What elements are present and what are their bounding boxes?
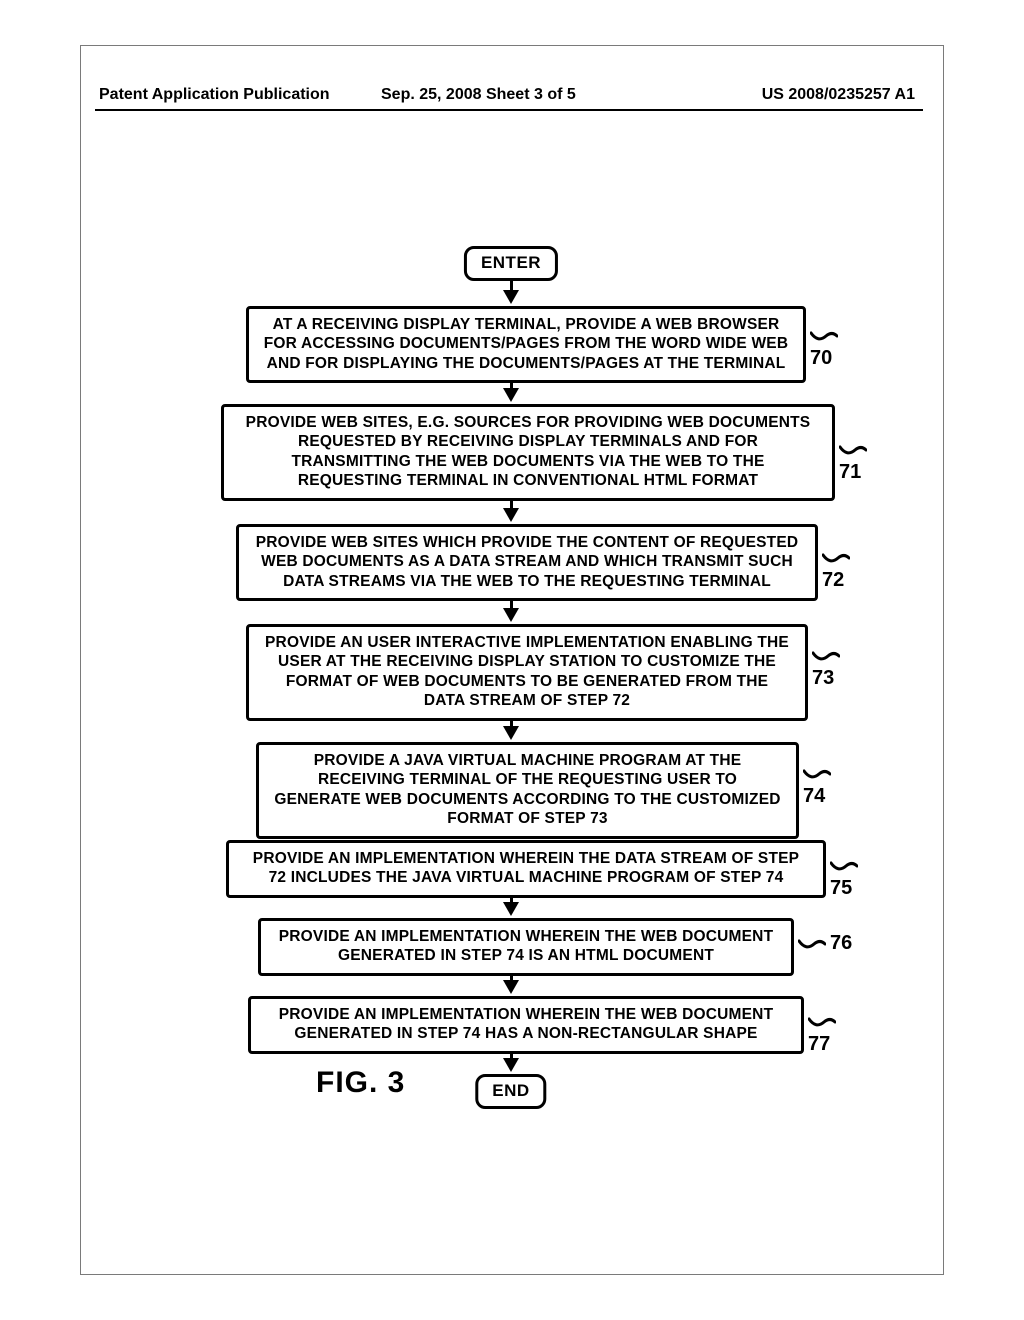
flow-step-73: PROVIDE AN USER INTERACTIVE IMPLEMENTATI…: [246, 624, 808, 721]
ref-label-75: 75: [830, 854, 862, 900]
flow-step-text: PROVIDE A JAVA VIRTUAL MACHINE PROGRAM A…: [274, 752, 780, 827]
ref-label-73: 73: [812, 644, 856, 690]
page-header: Patent Application Publication Sep. 25, …: [81, 86, 943, 106]
header-middle: Sep. 25, 2008 Sheet 3 of 5: [381, 86, 576, 104]
flow-step-74: PROVIDE A JAVA VIRTUAL MACHINE PROGRAM A…: [256, 742, 799, 839]
flow-step-70: AT A RECEIVING DISPLAY TERMINAL, PROVIDE…: [246, 306, 806, 383]
lead-line-icon: [798, 937, 826, 951]
flow-step-text: AT A RECEIVING DISPLAY TERMINAL, PROVIDE…: [264, 316, 788, 372]
flow-step-76: PROVIDE AN IMPLEMENTATION WHEREIN THE WE…: [258, 918, 794, 976]
flow-step-75: PROVIDE AN IMPLEMENTATION WHEREIN THE DA…: [226, 840, 826, 898]
ref-number: 70: [810, 347, 832, 369]
ref-number: 72: [822, 569, 844, 591]
header-rule: [95, 109, 923, 111]
flow-step-text: PROVIDE WEB SITES, E.G. SOURCES FOR PROV…: [246, 414, 811, 489]
page-frame: Patent Application Publication Sep. 25, …: [80, 45, 944, 1275]
lead-line-icon: [822, 551, 850, 565]
flow-step-text: PROVIDE WEB SITES WHICH PROVIDE THE CONT…: [256, 534, 799, 590]
lead-line-icon: [803, 767, 831, 781]
flow-step-text: PROVIDE AN IMPLEMENTATION WHEREIN THE WE…: [279, 928, 774, 964]
flow-step-72: PROVIDE WEB SITES WHICH PROVIDE THE CONT…: [236, 524, 818, 601]
ref-number: 73: [812, 667, 834, 689]
ref-label-76: 76: [798, 932, 852, 955]
ref-label-71: 71: [839, 438, 871, 484]
flow-enter: ENTER: [464, 246, 558, 281]
lead-line-icon: [808, 1015, 836, 1029]
ref-number: 71: [839, 461, 861, 483]
ref-label-74: 74: [803, 762, 856, 808]
flow-step-text: PROVIDE AN IMPLEMENTATION WHEREIN THE WE…: [279, 1006, 774, 1042]
figure-label: FIG. 3: [316, 1066, 405, 1100]
flow-step-71: PROVIDE WEB SITES, E.G. SOURCES FOR PROV…: [221, 404, 835, 501]
flow-step-text: PROVIDE AN IMPLEMENTATION WHEREIN THE DA…: [253, 850, 799, 886]
ref-label-70: 70: [810, 324, 856, 370]
ref-label-77: 77: [808, 1010, 856, 1056]
ref-number: 76: [830, 932, 852, 954]
lead-line-icon: [810, 329, 838, 343]
header-right: US 2008/0235257 A1: [762, 86, 915, 104]
lead-line-icon: [839, 443, 867, 457]
ref-number: 75: [830, 877, 852, 899]
flow-step-77: PROVIDE AN IMPLEMENTATION WHEREIN THE WE…: [248, 996, 804, 1054]
flow-end: END: [475, 1074, 546, 1109]
flow-step-text: PROVIDE AN USER INTERACTIVE IMPLEMENTATI…: [265, 634, 789, 709]
lead-line-icon: [812, 649, 840, 663]
lead-line-icon: [830, 859, 858, 873]
ref-label-72: 72: [822, 546, 856, 592]
header-left: Patent Application Publication: [99, 86, 330, 104]
ref-number: 77: [808, 1033, 830, 1055]
ref-number: 74: [803, 785, 825, 807]
